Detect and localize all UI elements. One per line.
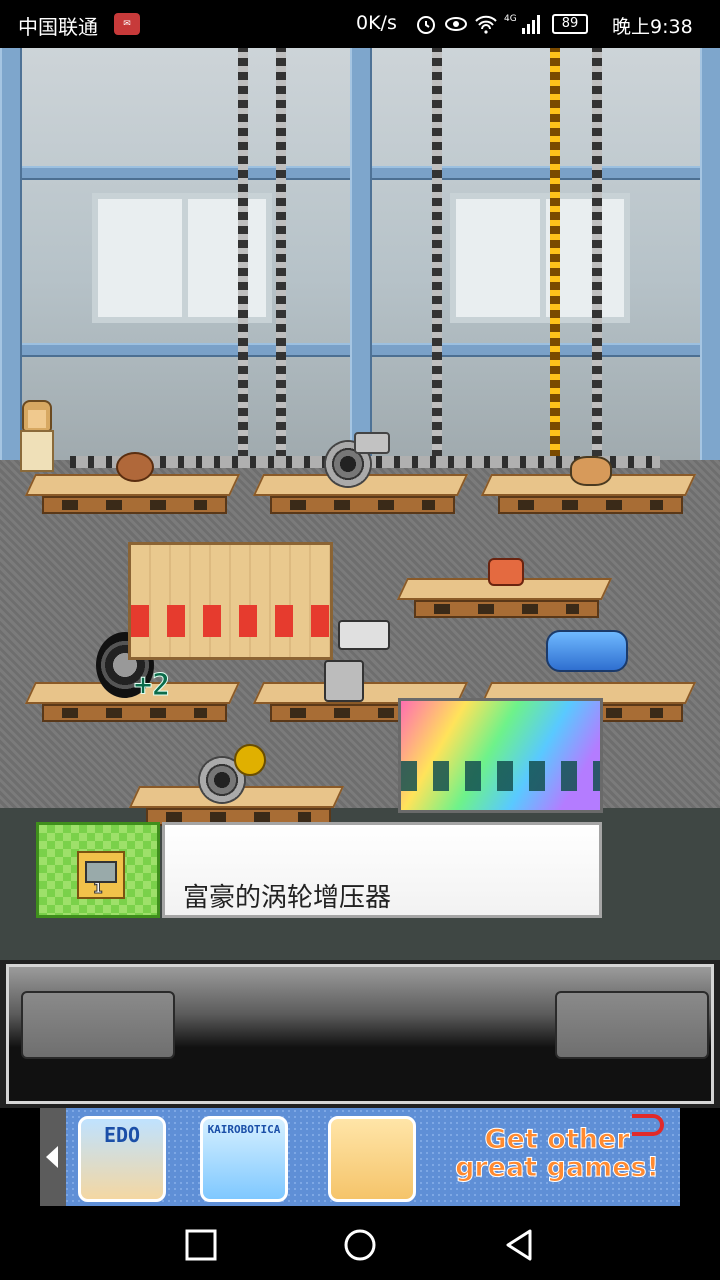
item-name-panel: 富豪的涡轮增压器 — [162, 822, 602, 918]
battery-level: 89 — [552, 14, 588, 34]
hanging-chain — [238, 48, 248, 460]
status-bar: 中国联通 ✉ 0K/s 4G 89 晚上9:38 — [0, 0, 720, 48]
right-button[interactable] — [555, 991, 709, 1059]
item-name: 富豪的涡轮增压器 — [183, 883, 392, 913]
hanging-chain — [432, 48, 442, 460]
carrier-badge-icon: ✉ — [114, 13, 140, 35]
control-bar-frame — [6, 964, 714, 1104]
back-icon[interactable] — [502, 1228, 536, 1262]
meat-item[interactable] — [488, 558, 524, 586]
turbo-charger-item[interactable] — [324, 432, 390, 488]
signal-icon: 4G — [504, 14, 540, 34]
rock-item[interactable] — [570, 456, 612, 486]
item-notification[interactable]: 1 富豪的涡轮增压器 — [36, 822, 602, 918]
eye-icon — [445, 17, 467, 31]
golden-turbo-charger-item[interactable] — [198, 744, 266, 804]
bonus-count: +2 — [133, 668, 171, 704]
item-level: 1 — [93, 881, 104, 898]
golden-chain — [550, 48, 560, 464]
return-arrow-icon — [632, 1114, 664, 1136]
item-icon-frame: 1 — [36, 822, 160, 918]
meat-item[interactable] — [116, 452, 154, 482]
cafe-game-icon[interactable] — [328, 1116, 416, 1202]
turbo-item-icon: 1 — [77, 851, 125, 899]
spray-gun-item[interactable] — [324, 620, 394, 702]
kairobotica-game-label: KAIROBOTICA — [207, 1123, 281, 1136]
hanging-chain — [276, 48, 286, 460]
system-nav-bar — [0, 1206, 720, 1280]
kairobotica-game-icon[interactable]: KAIROBOTICA — [200, 1116, 288, 1202]
alarm-icon — [417, 16, 435, 34]
nitro-tank-item[interactable] — [546, 630, 628, 672]
network-speed: 0K/s — [356, 12, 397, 34]
left-button[interactable] — [21, 991, 175, 1059]
edo-game-label: EDO — [103, 1123, 141, 1147]
wall-pillar — [350, 48, 372, 468]
carrier-label: 中国联通 — [18, 15, 98, 39]
factory-window — [450, 193, 630, 323]
ad-banner[interactable]: EDO KAIROBOTICA Get other great games! — [40, 1108, 680, 1206]
hanging-chain — [592, 48, 602, 460]
wooden-crate[interactable] — [128, 542, 333, 660]
rainbow-crate[interactable] — [398, 698, 603, 813]
control-bar — [0, 960, 720, 1108]
clock: 晚上9:38 — [612, 16, 693, 38]
ad-collapse-arrow-icon[interactable] — [40, 1108, 66, 1206]
edo-game-icon[interactable]: EDO — [78, 1116, 166, 1202]
worker-character[interactable] — [16, 400, 56, 472]
network-type: 4G — [504, 14, 517, 24]
wifi-icon — [475, 15, 497, 34]
recent-apps-icon[interactable] — [184, 1228, 218, 1262]
home-icon[interactable] — [343, 1228, 377, 1262]
wall-pillar — [700, 48, 720, 468]
